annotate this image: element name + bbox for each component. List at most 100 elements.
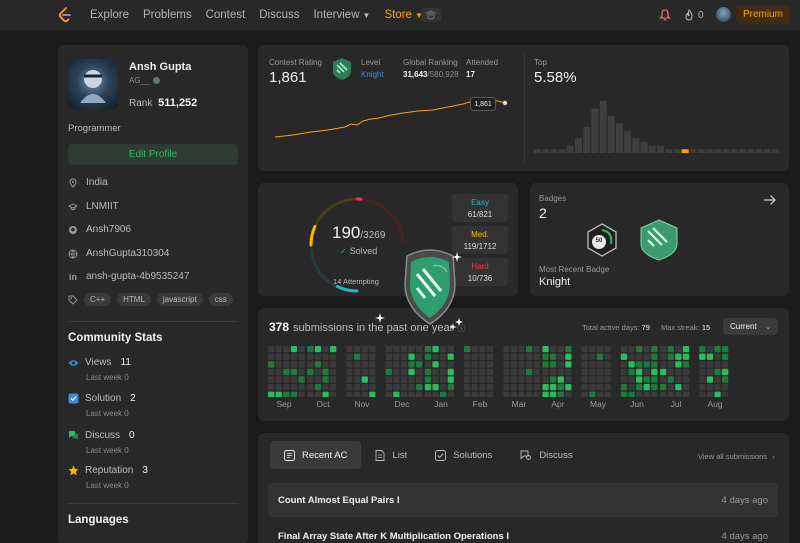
heatmap-cell[interactable] xyxy=(408,384,415,391)
heatmap-cell[interactable] xyxy=(298,376,305,383)
heatmap-cell[interactable] xyxy=(290,384,298,391)
histogram-bar[interactable] xyxy=(698,149,705,153)
heatmap-cell[interactable] xyxy=(533,384,540,391)
heatmap-cell[interactable] xyxy=(479,353,486,360)
user-avatar-small[interactable] xyxy=(716,7,731,22)
heatmap-cell[interactable] xyxy=(565,376,572,383)
heatmap-cell[interactable] xyxy=(322,361,329,368)
heatmap-cell[interactable] xyxy=(408,353,415,360)
heatmap-cell[interactable] xyxy=(628,353,635,360)
histogram-bar[interactable] xyxy=(657,145,664,153)
heatmap-cell[interactable] xyxy=(464,346,471,353)
heatmap-cell[interactable] xyxy=(565,384,572,391)
heatmap-cell[interactable] xyxy=(361,391,368,397)
heatmap-cell[interactable] xyxy=(604,353,611,360)
heatmap-cell[interactable] xyxy=(486,346,494,353)
heatmap-cell[interactable] xyxy=(314,391,322,397)
histogram-bar[interactable] xyxy=(591,108,599,153)
heatmap-cell[interactable] xyxy=(660,346,667,353)
heatmap-cell[interactable] xyxy=(440,391,447,397)
heatmap-cell[interactable] xyxy=(440,384,447,391)
heatmap-cell[interactable] xyxy=(447,361,454,368)
heatmap-cell[interactable] xyxy=(503,384,510,391)
heatmap-cell[interactable] xyxy=(330,368,337,376)
heatmap-cell[interactable] xyxy=(440,353,447,360)
skill-tag[interactable]: C++ xyxy=(84,293,112,306)
heatmap-cell[interactable] xyxy=(643,376,650,383)
heatmap-cell[interactable] xyxy=(526,353,533,360)
heatmap-cell[interactable] xyxy=(275,376,282,383)
heatmap-cell[interactable] xyxy=(361,353,368,360)
heatmap-cell[interactable] xyxy=(699,353,706,360)
heatmap-cell[interactable] xyxy=(682,391,690,397)
heatmap-cell[interactable] xyxy=(581,376,588,383)
heatmap-cell[interactable] xyxy=(660,391,667,397)
heatmap-cell[interactable] xyxy=(636,361,643,368)
heatmap-cell[interactable] xyxy=(354,361,361,368)
heatmap-cell[interactable] xyxy=(424,361,432,368)
heatmap-cell[interactable] xyxy=(432,368,439,376)
heatmap-cell[interactable] xyxy=(589,384,596,391)
heatmap-cell[interactable] xyxy=(268,384,275,391)
heatmap-cell[interactable] xyxy=(706,368,714,376)
heatmap-cell[interactable] xyxy=(604,391,611,397)
histogram-bar[interactable] xyxy=(534,149,541,153)
heatmap-cell[interactable] xyxy=(416,346,423,353)
heatmap-cell[interactable] xyxy=(636,353,643,360)
heatmap-cell[interactable] xyxy=(432,361,439,368)
heatmap-cell[interactable] xyxy=(385,346,392,353)
heatmap-cell[interactable] xyxy=(533,346,540,353)
heatmap-cell[interactable] xyxy=(307,346,314,353)
heatmap-cell[interactable] xyxy=(533,391,540,397)
heatmap-cell[interactable] xyxy=(706,353,714,360)
heatmap-cell[interactable] xyxy=(675,346,682,353)
heatmap-cell[interactable] xyxy=(503,376,510,383)
heatmap-cell[interactable] xyxy=(471,353,478,360)
heatmap-cell[interactable] xyxy=(275,368,282,376)
heatmap-cell[interactable] xyxy=(393,376,400,383)
heatmap-cell[interactable] xyxy=(714,368,721,376)
heatmap-cell[interactable] xyxy=(432,376,439,383)
heatmap-cell[interactable] xyxy=(714,361,721,368)
heatmap-cell[interactable] xyxy=(565,346,572,353)
heatmap-cell[interactable] xyxy=(706,384,714,391)
heatmap-cell[interactable] xyxy=(596,353,604,360)
heatmap-cell[interactable] xyxy=(596,361,604,368)
heatmap-cell[interactable] xyxy=(682,384,690,391)
histogram-bar[interactable] xyxy=(566,145,574,153)
heatmap-cell[interactable] xyxy=(604,376,611,383)
heatmap-cell[interactable] xyxy=(604,346,611,353)
heatmap-cell[interactable] xyxy=(565,361,572,368)
heatmap-cell[interactable] xyxy=(361,384,368,391)
heatmap-cell[interactable] xyxy=(542,361,549,368)
heatmap-cell[interactable] xyxy=(432,353,439,360)
heatmap-cell[interactable] xyxy=(307,368,314,376)
heatmap-cell[interactable] xyxy=(667,353,674,360)
heatmap-cell[interactable] xyxy=(557,353,564,360)
heatmap-cell[interactable] xyxy=(314,346,322,353)
heatmap-cell[interactable] xyxy=(628,384,635,391)
heatmap-cell[interactable] xyxy=(424,368,432,376)
heatmap-cell[interactable] xyxy=(596,384,604,391)
knight-badge-icon[interactable] xyxy=(331,57,353,81)
heatmap-cell[interactable] xyxy=(620,391,628,397)
heatmap-cell[interactable] xyxy=(550,368,557,376)
streak-fire-icon[interactable] xyxy=(684,9,694,21)
heatmap-cell[interactable] xyxy=(596,376,604,383)
nav-interview[interactable]: Interview ▼ xyxy=(313,9,370,21)
heatmap-cell[interactable] xyxy=(628,368,635,376)
heatmap-cell[interactable] xyxy=(393,346,400,353)
heatmap-cell[interactable] xyxy=(268,346,275,353)
heatmap-cell[interactable] xyxy=(283,353,290,360)
heatmap-cell[interactable] xyxy=(722,391,729,397)
histogram-bar[interactable] xyxy=(714,149,722,153)
heatmap-cell[interactable] xyxy=(400,361,408,368)
heatmap-cell[interactable] xyxy=(533,368,540,376)
heatmap-cell[interactable] xyxy=(682,346,690,353)
heatmap-cell[interactable] xyxy=(620,361,628,368)
heatmap-cell[interactable] xyxy=(557,376,564,383)
heatmap-cell[interactable] xyxy=(400,391,408,397)
heatmap-cell[interactable] xyxy=(464,361,471,368)
heatmap-cell[interactable] xyxy=(503,346,510,353)
heatmap-cell[interactable] xyxy=(651,353,658,360)
